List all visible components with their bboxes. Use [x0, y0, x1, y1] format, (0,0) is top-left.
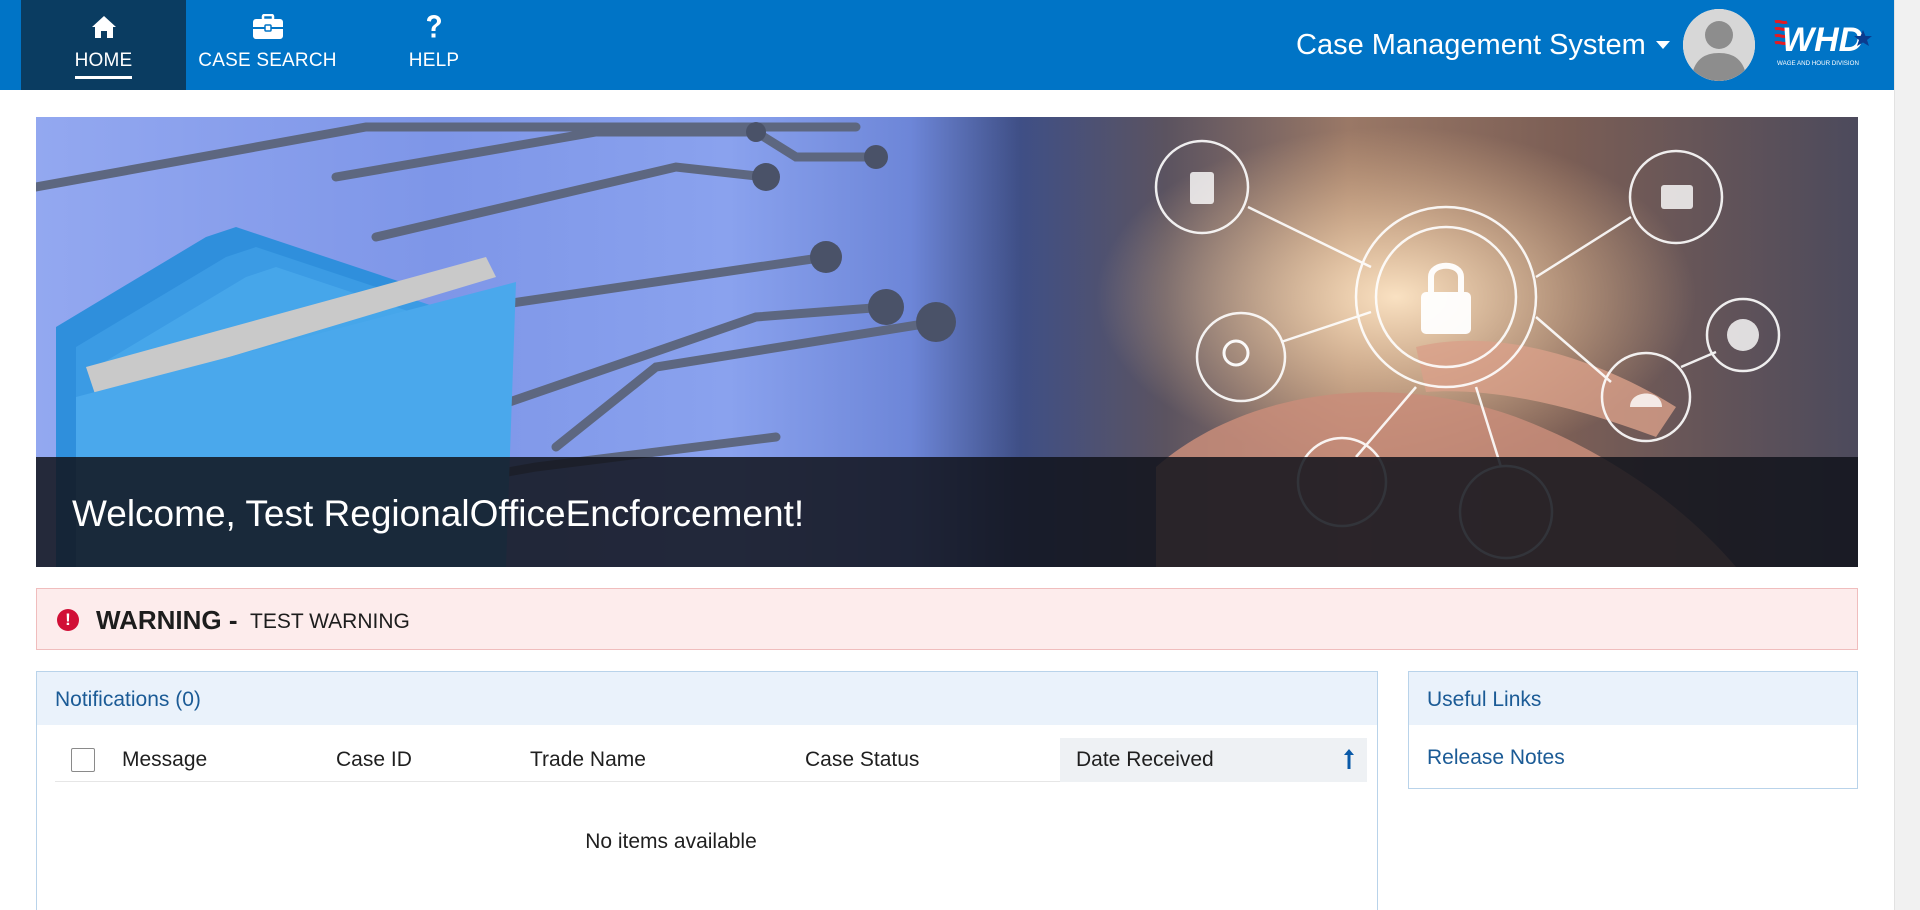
empty-state-message: No items available [585, 830, 757, 853]
app-title: Case Management System [1296, 28, 1646, 61]
notifications-panel: Notifications (0) Message Case ID Trade … [36, 671, 1378, 910]
useful-links-header: Useful Links [1409, 672, 1857, 725]
home-icon [21, 13, 186, 41]
nav-home-label: HOME [74, 50, 133, 71]
nav-home[interactable]: HOME [21, 0, 186, 90]
active-tab-indicator [75, 76, 132, 79]
logo-text: WHD [1782, 21, 1863, 59]
notifications-header: Notifications (0) [37, 672, 1377, 725]
user-silhouette-icon [1683, 9, 1755, 81]
warning-title: WARNING - [96, 605, 238, 635]
column-header-date-received[interactable]: Date Received [1060, 738, 1367, 782]
column-header-message[interactable]: Message [122, 748, 207, 772]
warning-message: TEST WARNING [250, 610, 410, 633]
column-header-case-id[interactable]: Case ID [336, 748, 412, 772]
column-header-trade-name[interactable]: Trade Name [530, 748, 646, 772]
vertical-scrollbar[interactable] [1894, 0, 1920, 910]
top-navigation-bar: HOME CASE SEARCH HELP Case Management Sy… [0, 0, 1894, 90]
briefcase-icon [186, 13, 349, 41]
welcome-message: Welcome, Test RegionalOfficeEncforcement… [72, 493, 805, 534]
select-all-checkbox[interactable] [71, 748, 95, 772]
sort-ascending-icon [1344, 749, 1354, 769]
column-header-case-status[interactable]: Case Status [805, 748, 919, 772]
useful-links-title: Useful Links [1427, 688, 1542, 711]
warning-banner: ! WARNING - TEST WARNING [36, 588, 1858, 650]
exclamation-circle-icon: ! [57, 609, 79, 631]
hero-caption: Welcome, Test RegionalOfficeEncforcement… [36, 457, 1858, 567]
logo-subtext: WAGE AND HOUR DIVISION [1777, 60, 1859, 67]
app-switcher-dropdown[interactable]: Case Management System [1296, 27, 1670, 63]
nav-case-search-label: CASE SEARCH [198, 50, 337, 71]
nav-help-label: HELP [408, 50, 460, 71]
notifications-title: Notifications (0) [55, 688, 201, 711]
column-header-date-received-label: Date Received [1076, 748, 1214, 771]
notifications-grid-header: Message Case ID Trade Name Case Status D… [55, 738, 1367, 782]
user-avatar[interactable] [1683, 9, 1755, 81]
page: HOME CASE SEARCH HELP Case Management Sy… [0, 0, 1894, 910]
hero-banner: Welcome, Test RegionalOfficeEncforcement… [36, 117, 1858, 567]
question-icon [349, 13, 519, 41]
nav-case-search[interactable]: CASE SEARCH [186, 0, 349, 90]
nav-help[interactable]: HELP [349, 0, 519, 90]
release-notes-link[interactable]: Release Notes [1427, 746, 1565, 770]
whd-logo: WHD WAGE AND HOUR DIVISION [1773, 14, 1877, 74]
caret-down-icon [1655, 41, 1670, 49]
useful-links-panel: Useful Links Release Notes [1408, 671, 1858, 789]
